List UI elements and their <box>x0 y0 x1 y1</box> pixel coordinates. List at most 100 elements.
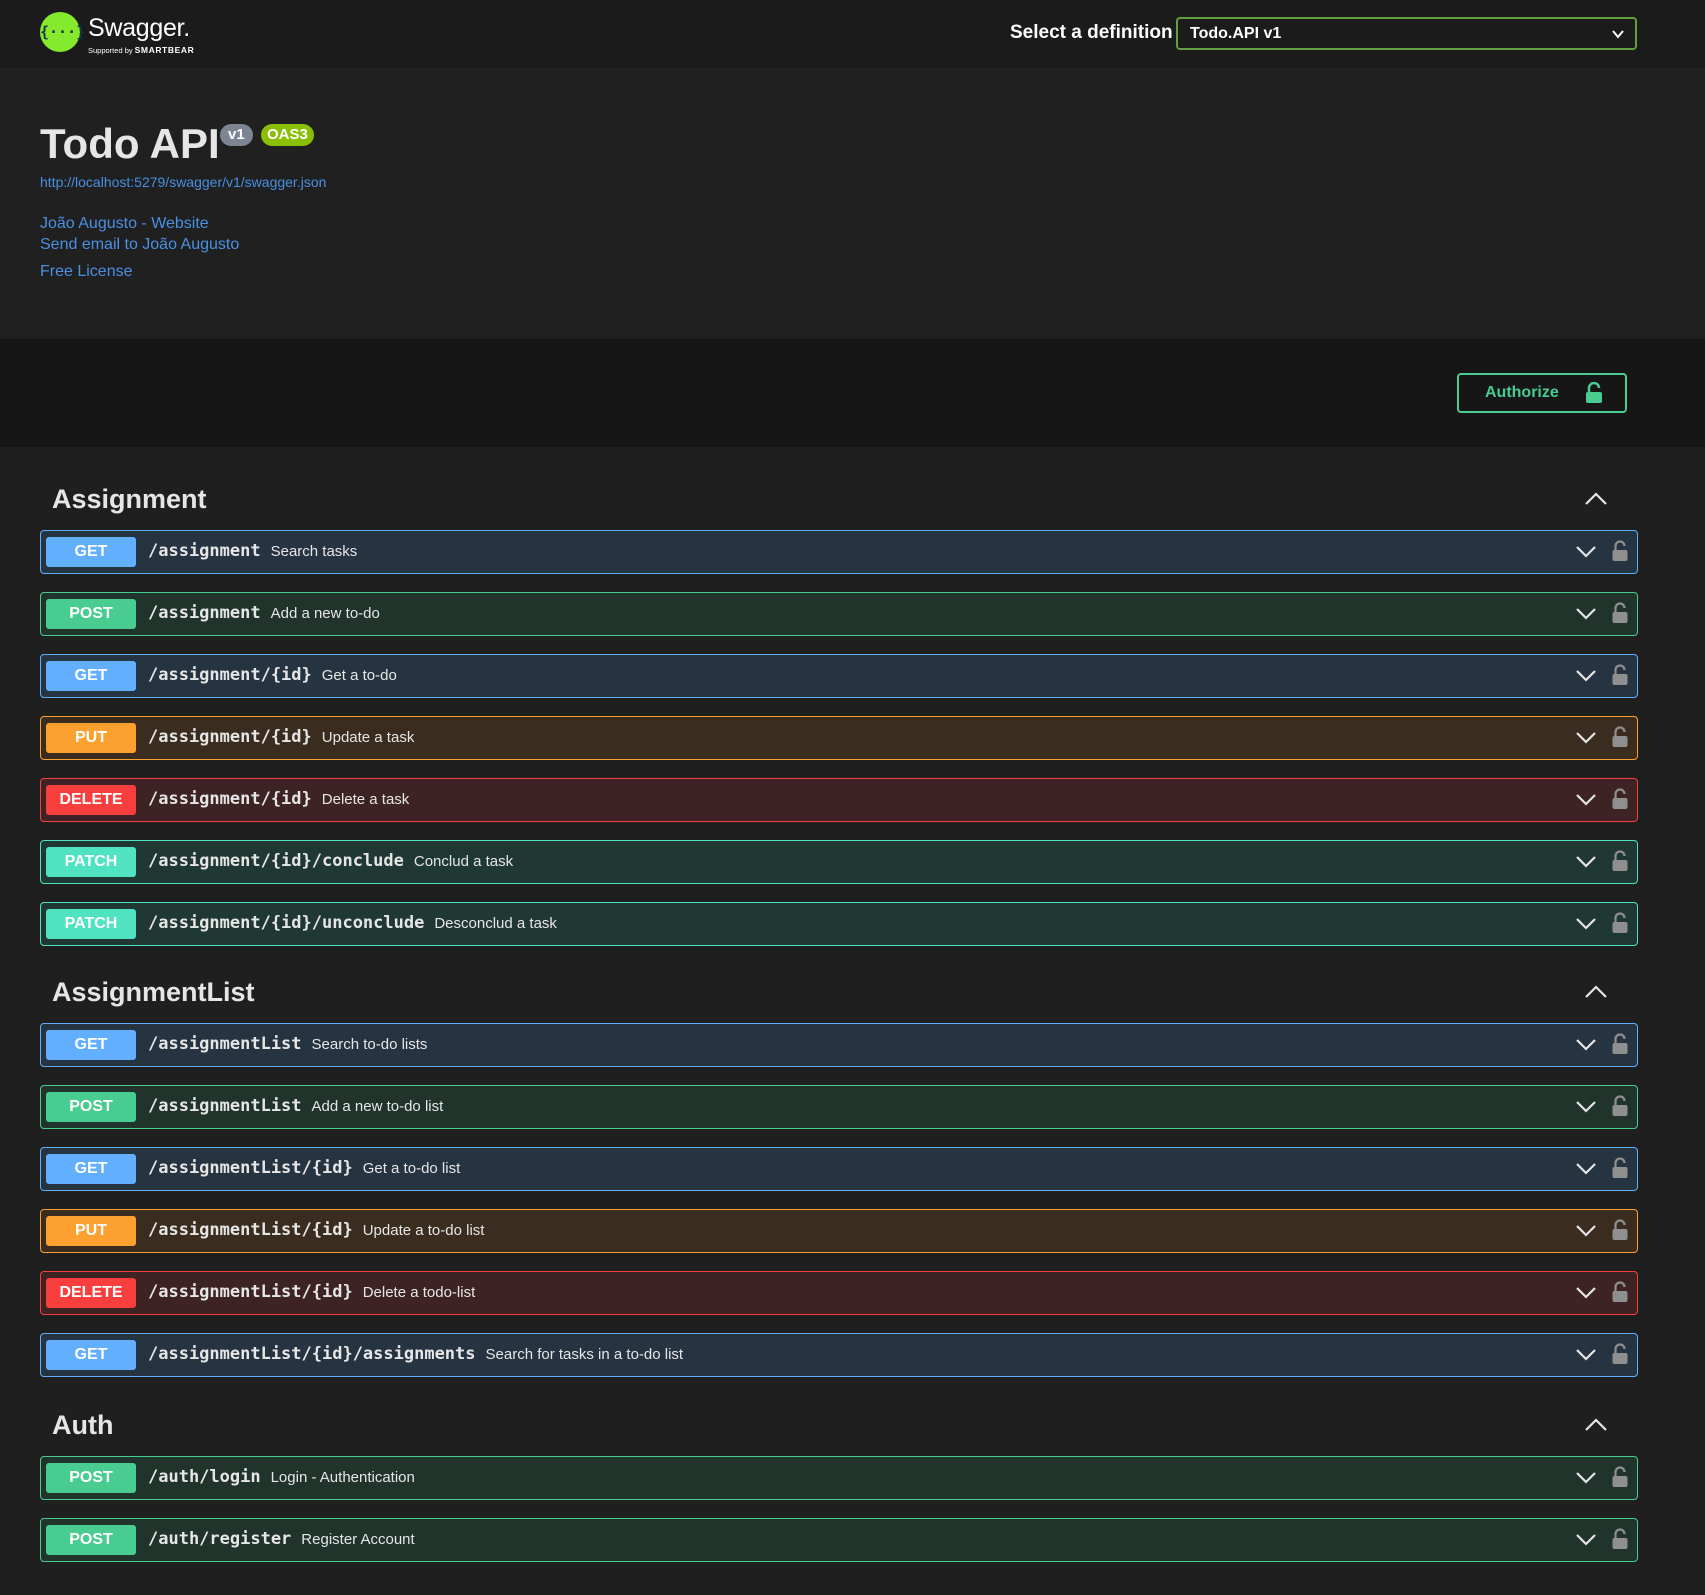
lock-icon[interactable] <box>1611 1033 1629 1055</box>
operation-path: /assignmentList/{id}/assignments Search f… <box>148 1344 683 1364</box>
operation-path: /assignmentList/{id} Get a to-do list <box>148 1158 460 1178</box>
website-link[interactable]: João Augusto - Website <box>40 215 209 233</box>
chevron-down-icon[interactable] <box>1575 1038 1597 1052</box>
operation-row[interactable]: GET/assignment Search tasks <box>40 530 1638 574</box>
operation-row[interactable]: POST/auth/register Register Account <box>40 1518 1638 1562</box>
lock-icon[interactable] <box>1611 664 1629 686</box>
lock-icon[interactable] <box>1611 1466 1629 1488</box>
lock-icon[interactable] <box>1611 912 1629 934</box>
path-text: /auth/register <box>148 1529 292 1549</box>
operation-path: /assignment/{id}/unconclude Desconclud a … <box>148 913 557 933</box>
method-badge: PATCH <box>46 909 136 939</box>
path-text: /assignmentList/{id}/assignments <box>148 1344 476 1364</box>
tag-name: Auth <box>52 1410 114 1440</box>
tag-header[interactable]: Auth <box>40 1396 1638 1456</box>
operation-path: /assignment/{id} Update a task <box>148 727 414 747</box>
path-text: /assignment/{id}/unconclude <box>148 913 425 933</box>
operation-row[interactable]: GET/assignment/{id} Get a to-do <box>40 654 1638 698</box>
operation-path: /assignmentList Search to-do lists <box>148 1034 427 1054</box>
operation-summary: Get a to-do list <box>362 1160 461 1177</box>
operation-path: /assignmentList/{id} Update a to-do list <box>148 1220 484 1240</box>
operation-row[interactable]: DELETE/assignment/{id} Delete a task <box>40 778 1638 822</box>
lock-icon[interactable] <box>1611 540 1629 562</box>
operation-path: /assignment/{id} Get a to-do <box>148 665 397 685</box>
chevron-up-icon[interactable] <box>1584 490 1608 506</box>
tag-header[interactable]: Assignment <box>40 470 1638 530</box>
path-text: /assignment/{id} <box>148 727 312 747</box>
path-text: /assignmentList <box>148 1034 302 1054</box>
method-badge: POST <box>46 1525 136 1555</box>
operation-row[interactable]: GET/assignmentList/{id}/assignments Searc… <box>40 1333 1638 1377</box>
swagger-logo[interactable]: {···} Swagger. Supported by SMARTBEAR <box>40 12 240 58</box>
path-text: /assignmentList/{id} <box>148 1220 353 1240</box>
operation-row[interactable]: PUT/assignmentList/{id} Update a to-do li… <box>40 1209 1638 1253</box>
method-badge: PUT <box>46 723 136 753</box>
method-badge: GET <box>46 537 136 567</box>
operation-summary: Delete a task <box>321 791 410 808</box>
lock-icon[interactable] <box>1611 1343 1629 1365</box>
chevron-down-icon[interactable] <box>1575 669 1597 683</box>
topbar: {···} Swagger. Supported by SMARTBEAR Sel… <box>0 0 1705 68</box>
method-badge: PUT <box>46 1216 136 1246</box>
operation-row[interactable]: GET/assignmentList/{id} Get a to-do list <box>40 1147 1638 1191</box>
operation-row[interactable]: GET/assignmentList Search to-do lists <box>40 1023 1638 1067</box>
operation-row[interactable]: POST/auth/login Login - Authentication <box>40 1456 1638 1500</box>
logo-name: Swagger. <box>88 14 190 42</box>
chevron-down-icon[interactable] <box>1575 917 1597 931</box>
chevron-down-icon[interactable] <box>1575 1162 1597 1176</box>
definition-select[interactable]: Todo.API v1 <box>1176 17 1637 50</box>
lock-icon[interactable] <box>1611 1528 1629 1550</box>
operation-summary: Search for tasks in a to-do list <box>485 1346 684 1363</box>
definition-value: Todo.API v1 <box>1190 25 1282 42</box>
operation-row[interactable]: PATCH/assignment/{id}/unconclude Desconcl… <box>40 902 1638 946</box>
chevron-up-icon[interactable] <box>1584 983 1608 999</box>
chevron-down-icon[interactable] <box>1575 793 1597 807</box>
chevron-down-icon[interactable] <box>1575 607 1597 621</box>
lock-icon[interactable] <box>1611 1095 1629 1117</box>
email-link[interactable]: Send email to João Augusto <box>40 236 239 254</box>
logo-company: SMARTBEAR <box>134 45 195 55</box>
path-text: /assignmentList/{id} <box>148 1158 353 1178</box>
tag-section-auth: Auth POST/auth/login Login - Authenticatio… <box>40 1396 1638 1580</box>
chevron-down-icon[interactable] <box>1575 1100 1597 1114</box>
chevron-down-icon[interactable] <box>1575 1471 1597 1485</box>
lock-icon[interactable] <box>1611 850 1629 872</box>
operation-row[interactable]: DELETE/assignmentList/{id} Delete a todo-… <box>40 1271 1638 1315</box>
spec-url-link[interactable]: http://localhost:5279/swagger/v1/swagger… <box>40 174 326 190</box>
method-badge: GET <box>46 1340 136 1370</box>
chevron-down-icon[interactable] <box>1575 1224 1597 1238</box>
chevron-down-icon[interactable] <box>1575 1533 1597 1547</box>
swagger-logo-icon: {···} <box>40 12 85 52</box>
chevron-down-icon[interactable] <box>1575 731 1597 745</box>
path-text: /assignment/{id} <box>148 789 312 809</box>
operation-row[interactable]: POST/assignmentList Add a new to-do list <box>40 1085 1638 1129</box>
lock-icon[interactable] <box>1611 1281 1629 1303</box>
tag-header[interactable]: AssignmentList <box>40 963 1638 1023</box>
method-badge: PATCH <box>46 847 136 877</box>
lock-icon[interactable] <box>1611 788 1629 810</box>
operation-path: /assignment Search tasks <box>148 541 357 561</box>
authorize-button[interactable]: Authorize <box>1457 373 1627 413</box>
method-badge: POST <box>46 599 136 629</box>
chevron-down-icon[interactable] <box>1575 855 1597 869</box>
operation-row[interactable]: PATCH/assignment/{id}/conclude Conclud a … <box>40 840 1638 884</box>
operation-summary: Desconclud a task <box>434 915 557 932</box>
chevron-down-icon[interactable] <box>1575 1286 1597 1300</box>
operation-summary: Conclud a task <box>413 853 514 870</box>
operation-row[interactable]: PUT/assignment/{id} Update a task <box>40 716 1638 760</box>
method-badge: GET <box>46 1154 136 1184</box>
chevron-up-icon[interactable] <box>1584 1416 1608 1432</box>
chevron-down-icon[interactable] <box>1575 545 1597 559</box>
operation-path: /assignment Add a new to-do <box>148 603 380 623</box>
lock-icon[interactable] <box>1611 1157 1629 1179</box>
operation-row[interactable]: POST/assignment Add a new to-do <box>40 592 1638 636</box>
license-link[interactable]: Free License <box>40 263 133 281</box>
tag-section-assignmentlist: AssignmentList GET/assignmentList Search t… <box>40 963 1638 1395</box>
lock-icon[interactable] <box>1611 726 1629 748</box>
path-text: /assignment/{id} <box>148 665 312 685</box>
lock-icon[interactable] <box>1611 602 1629 624</box>
chevron-down-icon[interactable] <box>1575 1348 1597 1362</box>
lock-icon[interactable] <box>1611 1219 1629 1241</box>
operation-path: /auth/login Login - Authentication <box>148 1467 415 1487</box>
logo-supported: Supported by <box>88 46 133 55</box>
